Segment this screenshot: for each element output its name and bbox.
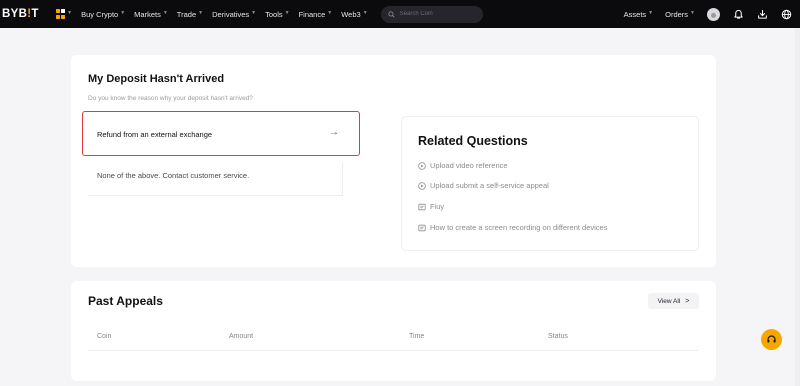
chevron-down-icon: ▼ bbox=[690, 10, 695, 16]
top-navigation-bar: BYB!T ▼ Buy Crypto ▼ Markets ▼ Trade ▼ Deri… bbox=[0, 0, 800, 28]
chevron-down-icon: ▼ bbox=[251, 10, 257, 16]
page-subtitle: Do you know the reason why your deposit … bbox=[88, 95, 253, 102]
nav-trade[interactable]: Trade ▼ bbox=[177, 10, 203, 19]
customer-support-button[interactable] bbox=[761, 329, 782, 350]
nav-orders[interactable]: Orders ▼ bbox=[665, 10, 695, 19]
bell-icon[interactable] bbox=[732, 8, 744, 20]
bybit-logo[interactable]: BYB!T bbox=[2, 8, 39, 20]
globe-icon[interactable] bbox=[780, 8, 792, 20]
chevron-down-icon: ▼ bbox=[327, 10, 333, 16]
header-right: Assets ▼ Orders ▼ bbox=[624, 0, 800, 28]
avatar[interactable] bbox=[707, 7, 720, 21]
column-header-time: Time bbox=[409, 333, 425, 340]
related-questions-title: Related Questions bbox=[418, 134, 528, 148]
arrow-right-icon: → bbox=[329, 127, 339, 138]
nav-buy-crypto[interactable]: Buy Crypto ▼ bbox=[81, 10, 125, 19]
search-icon bbox=[388, 10, 395, 18]
nav-derivatives[interactable]: Derivatives ▼ bbox=[212, 10, 256, 19]
related-questions-panel: Related Questions Upload video reference… bbox=[401, 116, 699, 251]
download-icon[interactable] bbox=[756, 8, 768, 20]
chevron-down-icon: ▼ bbox=[198, 10, 204, 16]
nav-markets[interactable]: Markets ▼ bbox=[134, 10, 168, 19]
headset-icon bbox=[767, 335, 776, 343]
chevron-right-icon: > bbox=[685, 297, 690, 305]
column-header-status: Status bbox=[548, 333, 568, 340]
related-question-item[interactable]: Upload video reference bbox=[418, 161, 508, 170]
chevron-down-icon: ▼ bbox=[362, 10, 368, 16]
option-contact-customer-service[interactable]: None of the above. Contact customer serv… bbox=[88, 162, 343, 196]
document-icon bbox=[418, 203, 426, 210]
play-circle-icon bbox=[418, 181, 426, 190]
nav-finance[interactable]: Finance ▼ bbox=[299, 10, 333, 19]
option-label: Refund from an external exchange bbox=[97, 130, 213, 139]
chevron-down-icon: ▼ bbox=[120, 10, 126, 16]
past-appeals-title: Past Appeals bbox=[88, 294, 163, 308]
nav-tools[interactable]: Tools ▼ bbox=[265, 10, 289, 19]
past-appeals-card bbox=[71, 281, 716, 381]
search-bar[interactable] bbox=[380, 5, 483, 23]
nav-assets[interactable]: Assets ▼ bbox=[624, 10, 653, 19]
column-header-coin: Coin bbox=[97, 333, 112, 340]
chevron-down-icon: ▼ bbox=[648, 10, 654, 16]
main-nav: Buy Crypto ▼ Markets ▼ Trade ▼ Derivatives ▼… bbox=[81, 10, 377, 19]
column-header-amount: Amount bbox=[229, 333, 254, 340]
chevron-down-icon: ▼ bbox=[67, 10, 73, 16]
nav-web3[interactable]: Web3 ▼ bbox=[341, 10, 367, 19]
related-question-item[interactable]: Upload submit a self-service appeal bbox=[418, 181, 549, 190]
view-all-button[interactable]: View All > bbox=[648, 293, 699, 309]
page-title: My Deposit Hasn't Arrived bbox=[88, 73, 225, 85]
related-question-item[interactable]: Fiuy bbox=[418, 202, 444, 211]
option-refund-external-exchange[interactable]: Refund from an external exchange → bbox=[82, 111, 360, 156]
chevron-down-icon: ▼ bbox=[162, 10, 168, 16]
apps-menu-button[interactable]: ▼ bbox=[55, 9, 73, 19]
related-question-item[interactable]: How to create a screen recording on diff… bbox=[418, 223, 607, 232]
chevron-down-icon: ▼ bbox=[284, 10, 290, 16]
search-input[interactable] bbox=[399, 11, 480, 17]
grid-icon bbox=[55, 9, 66, 19]
option-label: None of the above. Contact customer serv… bbox=[97, 171, 250, 180]
play-circle-icon bbox=[418, 161, 426, 170]
document-icon bbox=[418, 224, 426, 231]
table-divider bbox=[88, 350, 699, 351]
page-scrollbar[interactable] bbox=[795, 28, 800, 386]
